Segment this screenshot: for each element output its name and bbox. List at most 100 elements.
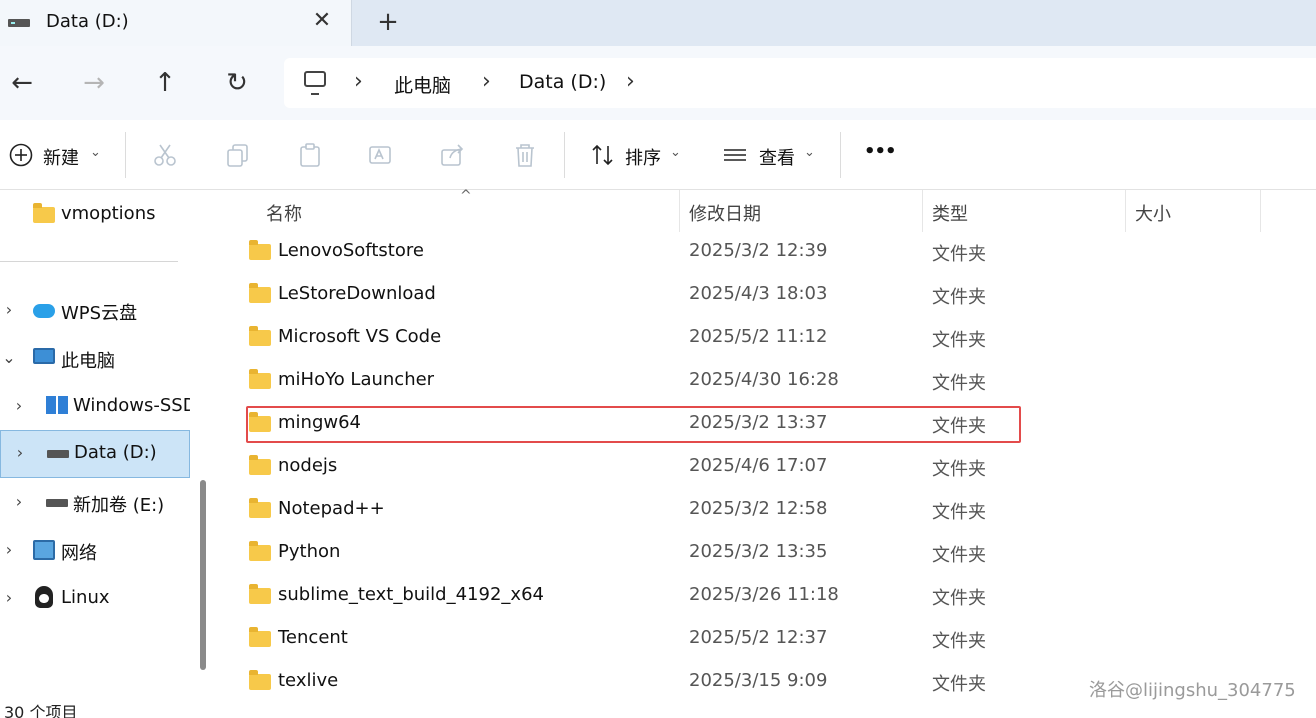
forward-arrow-icon[interactable]: →	[77, 66, 111, 100]
file-date: 2025/4/6 17:07	[689, 455, 828, 476]
new-button[interactable]: 新建 ⌄	[8, 140, 108, 170]
column-size-label: 大小	[1135, 204, 1171, 225]
breadcrumb-this-pc[interactable]: 此电脑	[394, 71, 451, 98]
table-row[interactable]: Notepad++ 2025/3/2 12:58 文件夹	[216, 488, 1316, 531]
sidebar-item-wps-cloud[interactable]: › WPS云盘	[0, 288, 190, 334]
linux-icon	[35, 586, 53, 608]
column-header-name[interactable]: 名称	[216, 190, 679, 232]
column-date-label: 修改日期	[689, 204, 761, 225]
table-row[interactable]: Microsoft VS Code 2025/5/2 11:12 文件夹	[216, 316, 1316, 359]
file-date: 2025/5/2 11:12	[689, 326, 828, 347]
address-bar[interactable]: › 此电脑 › Data (D:) ›	[284, 58, 1316, 108]
file-date: 2025/3/2 13:37	[689, 412, 828, 433]
rename-icon[interactable]	[368, 140, 394, 170]
close-icon[interactable]: ✕	[310, 7, 334, 35]
table-row[interactable]: LeStoreDownload 2025/4/3 18:03 文件夹	[216, 273, 1316, 316]
file-type: 文件夹	[932, 588, 986, 609]
breadcrumb-separator[interactable]: ›	[626, 69, 635, 94]
tab-title: Data (D:)	[46, 11, 129, 32]
item-count: 30 个项目	[4, 703, 78, 718]
sidebar-scrollbar[interactable]	[200, 480, 206, 670]
chevron-right-icon[interactable]: ›	[2, 588, 16, 607]
trash-icon[interactable]	[512, 140, 538, 170]
new-tab-button[interactable]: +	[374, 7, 402, 37]
divider	[125, 132, 126, 178]
sidebar-item-vmoptions[interactable]: vmoptions	[0, 192, 190, 238]
file-name: miHoYo Launcher	[278, 369, 435, 390]
chevron-right-icon[interactable]: ›	[12, 492, 26, 511]
refresh-icon[interactable]: ↻	[220, 66, 254, 100]
table-row[interactable]: Python 2025/3/2 13:35 文件夹	[216, 531, 1316, 574]
sidebar-item-label: Data (D:)	[74, 442, 157, 463]
column-header-size[interactable]: 大小	[1126, 190, 1260, 232]
table-row[interactable]: sublime_text_build_4192_x64 2025/3/26 11…	[216, 574, 1316, 617]
column-header-date[interactable]: 修改日期	[680, 190, 922, 232]
file-name: nodejs	[278, 455, 338, 476]
plus-circle-icon	[9, 143, 33, 167]
sidebar-item-linux[interactable]: › Linux	[0, 576, 190, 622]
tab-data-drive[interactable]: Data (D:) ✕	[0, 0, 352, 46]
clipboard-icon[interactable]	[297, 140, 323, 170]
copy-icon[interactable]	[225, 140, 251, 170]
chevron-right-icon[interactable]: ›	[2, 540, 16, 559]
drive-icon	[8, 19, 30, 27]
table-row[interactable]: LenovoSoftstore 2025/3/2 12:39 文件夹	[216, 230, 1316, 273]
up-arrow-icon[interactable]: ↑	[148, 66, 182, 100]
file-type: 文件夹	[932, 631, 986, 652]
back-arrow-icon[interactable]: ←	[5, 66, 39, 100]
file-date: 2025/3/2 12:39	[689, 240, 828, 261]
computer-icon[interactable]	[304, 71, 326, 95]
address-row: ← → ↑ ↻ › 此电脑 › Data (D:) ›	[0, 46, 1316, 120]
file-type: 文件夹	[932, 287, 986, 308]
file-type: 文件夹	[932, 545, 986, 566]
table-row[interactable]: miHoYo Launcher 2025/4/30 16:28 文件夹	[216, 359, 1316, 402]
command-bar: 新建 ⌄ 排序 ⌄ 查看 ⌄ •••	[0, 120, 1316, 190]
navigation-pane: vmoptions › WPS云盘 ⌄ 此电脑 › Windows-SSD › …	[0, 190, 190, 695]
file-date: 2025/4/30 16:28	[689, 369, 839, 390]
breadcrumb-separator[interactable]: ›	[354, 69, 363, 94]
view-label: 查看	[759, 148, 795, 169]
sidebar-item-network[interactable]: › 网络	[0, 528, 190, 574]
sidebar-item-label: Linux	[61, 587, 110, 608]
column-header-type[interactable]: 类型	[923, 190, 1125, 232]
file-date: 2025/5/2 12:37	[689, 627, 828, 648]
file-type: 文件夹	[932, 244, 986, 265]
file-name: texlive	[278, 670, 339, 691]
file-date: 2025/4/3 18:03	[689, 283, 828, 304]
sidebar-item-windows-ssd[interactable]: › Windows-SSD	[0, 384, 190, 430]
file-name: mingw64	[278, 412, 361, 433]
network-icon	[33, 540, 55, 560]
sidebar-item-data-drive[interactable]: › Data (D:)	[0, 430, 190, 478]
chevron-right-icon[interactable]: ›	[13, 443, 27, 462]
share-icon[interactable]	[440, 140, 466, 170]
table-row[interactable]: nodejs 2025/4/6 17:07 文件夹	[216, 445, 1316, 488]
sidebar-item-label: 网络	[61, 543, 97, 564]
view-button[interactable]: 查看 ⌄	[722, 140, 822, 170]
breadcrumb-separator[interactable]: ›	[482, 69, 491, 94]
more-options-icon[interactable]: •••	[864, 141, 897, 162]
chevron-down-icon: ⌄	[670, 145, 681, 160]
file-name: Microsoft VS Code	[278, 326, 442, 347]
sidebar-item-this-pc[interactable]: ⌄ 此电脑	[0, 336, 190, 382]
folder-icon	[249, 283, 271, 303]
chevron-right-icon[interactable]: ›	[2, 300, 16, 319]
column-divider[interactable]	[1260, 190, 1261, 232]
breadcrumb-data-drive[interactable]: Data (D:)	[519, 71, 606, 93]
sort-button[interactable]: 排序 ⌄	[590, 140, 690, 170]
monitor-icon	[33, 348, 55, 364]
folder-icon	[249, 584, 271, 604]
sidebar-item-new-volume-e[interactable]: › 新加卷 (E:)	[0, 480, 190, 526]
table-row[interactable]: Tencent 2025/5/2 12:37 文件夹	[216, 617, 1316, 660]
new-label: 新建	[43, 148, 79, 169]
file-name: LenovoSoftstore	[278, 240, 424, 261]
chevron-right-icon[interactable]: ›	[12, 396, 26, 415]
file-type: 文件夹	[932, 502, 986, 523]
chevron-down-icon[interactable]: ⌄	[2, 348, 16, 367]
table-row[interactable]: mingw64 2025/3/2 13:37 文件夹	[216, 402, 1316, 445]
file-list: ^ 名称 修改日期 类型 大小 LenovoSoftstore 2025/3/2…	[216, 188, 1316, 695]
scissors-icon[interactable]	[152, 140, 178, 170]
column-name-label: 名称	[266, 204, 302, 225]
divider	[0, 261, 178, 262]
drive-icon	[47, 450, 69, 458]
folder-icon	[249, 498, 271, 518]
